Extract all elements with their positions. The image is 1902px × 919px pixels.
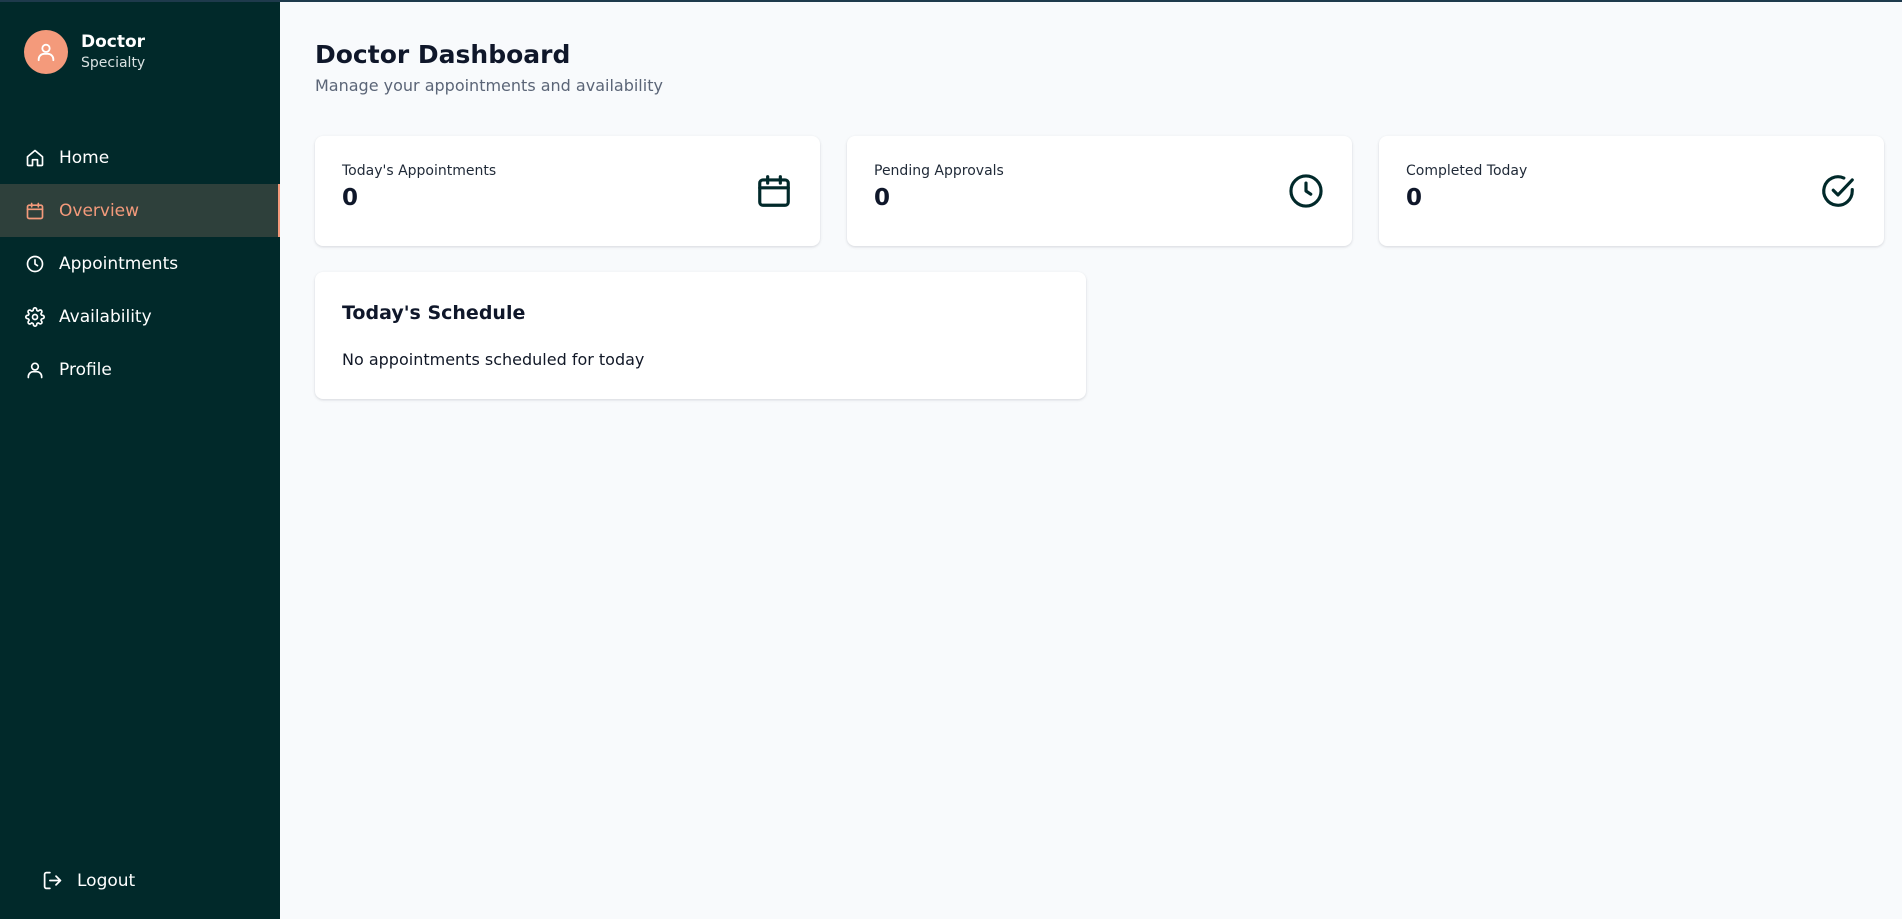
sidebar-item-overview[interactable]: Overview bbox=[0, 184, 280, 237]
stat-card-completed-today: Completed Today 0 bbox=[1379, 136, 1884, 246]
page-subtitle: Manage your appointments and availabilit… bbox=[315, 76, 663, 95]
sidebar-item-availability[interactable]: Availability bbox=[0, 290, 280, 343]
logout-icon bbox=[43, 871, 62, 890]
stat-value: 0 bbox=[1406, 185, 1423, 211]
sidebar-item-label: Profile bbox=[59, 359, 112, 380]
logout-label: Logout bbox=[77, 870, 136, 891]
sidebar-item-label: Home bbox=[59, 147, 110, 168]
sidebar-item-label: Appointments bbox=[59, 253, 179, 274]
stats-row: Today's Appointments 0 Pending Approvals… bbox=[315, 136, 1884, 246]
stat-label: Pending Approvals bbox=[874, 163, 1004, 179]
user-name: Doctor bbox=[81, 32, 146, 52]
stat-label: Today's Appointments bbox=[342, 163, 497, 179]
stat-card-pending-approvals: Pending Approvals 0 bbox=[847, 136, 1352, 246]
user-profile: Doctor Specialty bbox=[24, 30, 145, 74]
user-icon bbox=[24, 359, 46, 381]
sidebar-item-home[interactable]: Home bbox=[0, 131, 280, 184]
schedule-title: Today's Schedule bbox=[342, 302, 526, 324]
stat-card-todays-appointments: Today's Appointments 0 bbox=[315, 136, 820, 246]
sidebar: Doctor Specialty Home Overview Appointme… bbox=[0, 2, 280, 919]
user-specialty: Specialty bbox=[81, 55, 146, 71]
sidebar-item-label: Overview bbox=[59, 200, 140, 221]
calendar-icon bbox=[24, 200, 46, 222]
stat-value: 0 bbox=[874, 185, 891, 211]
calendar-icon bbox=[758, 175, 790, 207]
sidebar-item-label: Availability bbox=[59, 306, 152, 327]
logout-button[interactable]: Logout bbox=[42, 870, 135, 891]
app: Doctor Specialty Home Overview Appointme… bbox=[0, 2, 1902, 919]
home-icon bbox=[24, 147, 46, 169]
main-content: Doctor Dashboard Manage your appointment… bbox=[280, 2, 1902, 919]
gear-icon bbox=[24, 306, 46, 328]
stat-label: Completed Today bbox=[1406, 163, 1528, 179]
todays-schedule-card: Today's Schedule No appointments schedul… bbox=[315, 272, 1086, 399]
sidebar-nav: Home Overview Appointments Availability … bbox=[0, 131, 280, 396]
check-circle-icon bbox=[1822, 175, 1854, 207]
user-icon bbox=[37, 43, 55, 62]
clock-icon bbox=[24, 253, 46, 275]
sidebar-item-appointments[interactable]: Appointments bbox=[0, 237, 280, 290]
clock-icon bbox=[1289, 174, 1323, 208]
sidebar-item-profile[interactable]: Profile bbox=[0, 343, 280, 396]
page-title: Doctor Dashboard bbox=[315, 40, 571, 69]
avatar bbox=[24, 30, 68, 74]
stat-value: 0 bbox=[342, 185, 359, 211]
schedule-empty-message: No appointments scheduled for today bbox=[342, 350, 645, 369]
